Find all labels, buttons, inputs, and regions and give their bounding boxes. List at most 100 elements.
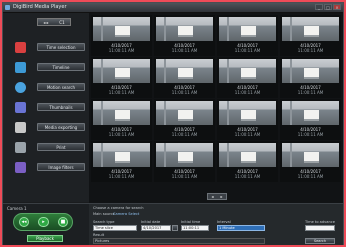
- app-window: DigiBird Media Player _ □ × ◂ ▸ C1 Time …: [2, 2, 344, 245]
- source-label: Main source: [93, 212, 115, 216]
- sidebar-item-print[interactable]: Print: [15, 138, 87, 158]
- thumbnail-item[interactable]: 4/10/2017 11:00:11 AM: [154, 141, 215, 182]
- title-bar[interactable]: DigiBird Media Player _ □ ×: [3, 3, 343, 13]
- thumbnail-box: [241, 26, 256, 37]
- initial-time-field[interactable]: 11:00:11: [181, 225, 209, 231]
- thumbnail-image[interactable]: [156, 101, 213, 125]
- thumbnail-image[interactable]: [219, 59, 276, 83]
- thumbnail-time: 11:00:11 AM: [108, 90, 135, 95]
- play-button[interactable]: ▸: [38, 217, 49, 227]
- thumbnail-item[interactable]: 4/10/2017 11:00:11 AM: [91, 15, 152, 56]
- playback-mode-button[interactable]: Playback: [27, 235, 63, 242]
- thumbnail-box: [178, 68, 193, 79]
- search-header: Choose a camera for search: [93, 206, 144, 210]
- thumbnail-time: 11:00:11 AM: [297, 174, 324, 179]
- minimize-button[interactable]: _: [315, 4, 323, 10]
- thumbnail-image[interactable]: [219, 101, 276, 125]
- sidebar-item-time-selection[interactable]: Time selection: [15, 38, 87, 58]
- sidebar-item-motion-search[interactable]: Motion search: [15, 78, 87, 98]
- thumbnail-item[interactable]: 4/10/2017 11:00:11 AM: [217, 57, 278, 98]
- thumbnail-image[interactable]: [282, 17, 339, 41]
- thumbnail-time: 11:00:11 AM: [297, 132, 324, 137]
- clock-icon: [15, 42, 26, 53]
- thumbnail-item[interactable]: 4/10/2017 11:00:11 AM: [217, 15, 278, 56]
- thumbnail-item[interactable]: 4/10/2017 11:00:11 AM: [217, 141, 278, 182]
- thumbnail-time: 11:00:11 AM: [234, 48, 261, 53]
- thumbnail-item[interactable]: 4/10/2017 11:00:11 AM: [280, 141, 341, 182]
- initial-date-field[interactable]: 4/10/2017: [141, 225, 171, 231]
- search-type-select[interactable]: Time slice: [93, 225, 137, 231]
- thumbnail-time: 11:00:11 AM: [297, 90, 324, 95]
- print-button[interactable]: Print: [37, 143, 85, 151]
- prev-page-button[interactable]: ◂: [211, 194, 213, 199]
- calendar-button[interactable]: [172, 225, 178, 231]
- thumbnail-item[interactable]: 4/10/2017 11:00:11 AM: [91, 57, 152, 98]
- thumbnail-item[interactable]: 4/10/2017 11:00:11 AM: [217, 99, 278, 140]
- thumbnail-image[interactable]: [93, 59, 150, 83]
- thumbnail-image[interactable]: [93, 101, 150, 125]
- sidebar-item-media-exporting[interactable]: Media exporting: [15, 118, 87, 138]
- thumbnail-image[interactable]: [93, 143, 150, 167]
- print-icon: [15, 142, 26, 153]
- thumbnail-pole: [290, 101, 292, 125]
- thumbnail-image[interactable]: [282, 59, 339, 83]
- thumbnail-item[interactable]: 4/10/2017 11:00:11 AM: [154, 57, 215, 98]
- camera-control-pane: Camera 1 ◂◂ ▸ ■ Playback: [3, 204, 89, 245]
- thumbnail-time: 11:00:11 AM: [234, 90, 261, 95]
- stop-button[interactable]: ■: [58, 217, 68, 227]
- camera-selector[interactable]: ◂ ▸ C1: [37, 18, 71, 26]
- advance-field[interactable]: [305, 225, 335, 231]
- thumbnail-image[interactable]: [156, 59, 213, 83]
- thumbnail-image[interactable]: [93, 17, 150, 41]
- thumbnail-image[interactable]: [219, 143, 276, 167]
- thumbnail-image[interactable]: [282, 143, 339, 167]
- thumbnail-item[interactable]: 4/10/2017 11:00:11 AM: [154, 99, 215, 140]
- timeline-button[interactable]: Timeline: [37, 63, 85, 71]
- interval-select[interactable]: 1 Minute: [217, 225, 265, 231]
- search-button[interactable]: Search: [305, 238, 335, 244]
- maximize-button[interactable]: □: [324, 4, 332, 10]
- media-exporting-button[interactable]: Media exporting: [37, 123, 85, 131]
- thumbnail-pole: [290, 17, 292, 41]
- export-icon: [15, 122, 26, 133]
- sidebar-item-image-filters[interactable]: Image filters: [15, 158, 87, 178]
- camera-select-link[interactable]: Camera Select: [113, 212, 139, 216]
- thumbnail-item[interactable]: 4/10/2017 11:00:11 AM: [91, 99, 152, 140]
- thumbnail-image[interactable]: [156, 17, 213, 41]
- thumbnail-pole: [290, 143, 292, 167]
- camera-selector-arrows[interactable]: ◂ ▸: [43, 20, 48, 25]
- thumbnail-box: [241, 68, 256, 79]
- rewind-button[interactable]: ◂◂: [19, 217, 29, 227]
- thumbnail-image[interactable]: [282, 101, 339, 125]
- thumbnail-item[interactable]: 4/10/2017 11:00:11 AM: [91, 141, 152, 182]
- window-title: DigiBird Media Player: [13, 4, 67, 10]
- close-button[interactable]: ×: [333, 4, 341, 10]
- motion-search-button[interactable]: Motion search: [37, 83, 85, 91]
- thumbnail-item[interactable]: 4/10/2017 11:00:11 AM: [280, 57, 341, 98]
- thumbnail-time: 11:00:11 AM: [108, 48, 135, 53]
- thumbnails-button[interactable]: Thumbnails: [37, 103, 85, 111]
- result-select[interactable]: Pictures: [93, 238, 265, 244]
- thumbnail-image[interactable]: [219, 17, 276, 41]
- thumbnail-grid: 4/10/2017 11:00:11 AM 4/10/2017 11:00:11 AM…: [91, 15, 341, 182]
- sidebar-item-thumbnails[interactable]: Thumbnails: [15, 98, 87, 118]
- next-page-button[interactable]: ▸: [220, 194, 222, 199]
- time-selection-button[interactable]: Time selection: [37, 43, 85, 51]
- thumbnail-item[interactable]: 4/10/2017 11:00:11 AM: [280, 99, 341, 140]
- thumbnail-pole: [164, 59, 166, 83]
- image-filters-button[interactable]: Image filters: [37, 163, 85, 171]
- initial-time-label: Initial time: [181, 220, 201, 224]
- thumbnail-time: 11:00:11 AM: [108, 132, 135, 137]
- pager[interactable]: ◂ ▸: [207, 193, 227, 200]
- thumbnail-item[interactable]: 4/10/2017 11:00:11 AM: [280, 15, 341, 56]
- advance-label: Time to advance: [305, 220, 335, 224]
- thumbnail-pole: [290, 59, 292, 83]
- thumbnail-time: 11:00:11 AM: [171, 132, 198, 137]
- thumbnail-time: 11:00:11 AM: [234, 132, 261, 137]
- thumbnail-box: [115, 68, 130, 79]
- sidebar-item-timeline[interactable]: Timeline: [15, 58, 87, 78]
- thumbnail-image[interactable]: [156, 143, 213, 167]
- thumbnail-box: [241, 152, 256, 163]
- thumbnail-item[interactable]: 4/10/2017 11:00:11 AM: [154, 15, 215, 56]
- thumbnail-time: 11:00:11 AM: [297, 48, 324, 53]
